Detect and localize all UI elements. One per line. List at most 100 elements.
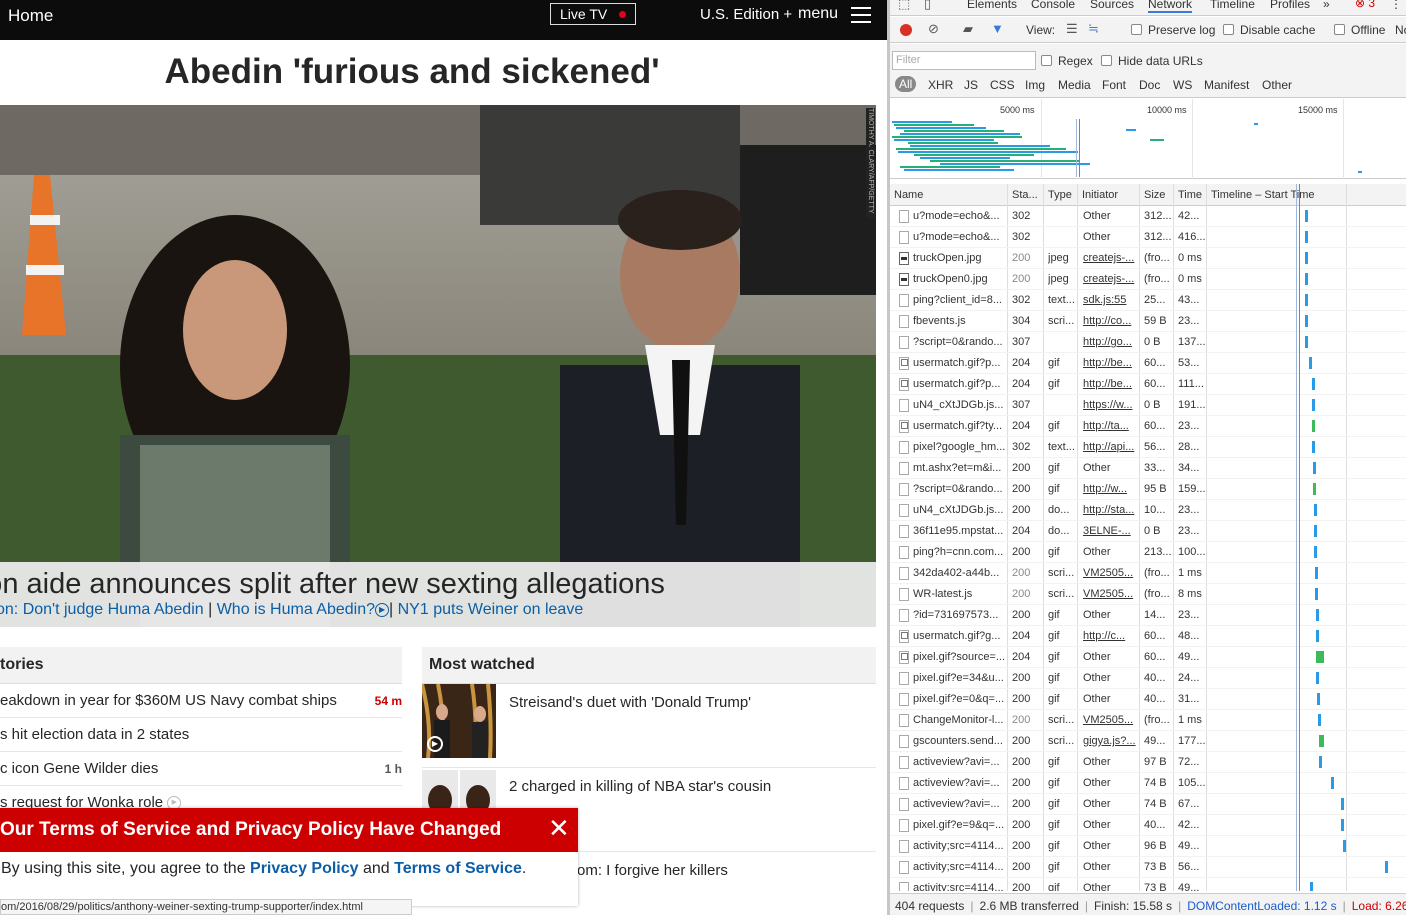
- tab-sources[interactable]: Sources: [1090, 0, 1134, 11]
- hide-data-urls-checkbox[interactable]: [1101, 55, 1112, 66]
- request-row[interactable]: uN4_cXtJDGb.js... 307 https://w... 0 B 191..…: [890, 395, 1406, 416]
- live-tv-button[interactable]: Live TV: [550, 3, 636, 25]
- request-initiator[interactable]: http://api...: [1083, 441, 1137, 453]
- request-name[interactable]: usermatch.gif?ty...: [913, 420, 1005, 432]
- request-name[interactable]: ?id=731697573...: [913, 609, 1005, 621]
- request-name[interactable]: activeview?avi=...: [913, 756, 1005, 768]
- tab-profiles[interactable]: Profiles: [1270, 0, 1310, 11]
- request-row[interactable]: activeview?avi=... 200 gif Other 74 B 67...: [890, 794, 1406, 815]
- request-row[interactable]: usermatch.gif?g... 204 gif http://c... 60...…: [890, 626, 1406, 647]
- most-watched-title[interactable]: 2 charged in killing of NBA star's cousi…: [509, 778, 771, 795]
- request-row[interactable]: pixel.gif?e=9&q=... 200 gif Other 40... 42...: [890, 815, 1406, 836]
- request-row[interactable]: 36f11e95.mpstat... 204 do... 3ELNE-... 0 B 23…: [890, 521, 1406, 542]
- request-name[interactable]: activity;src=4114...: [913, 882, 1005, 891]
- network-overview[interactable]: 5000 ms 10000 ms 15000 ms: [890, 99, 1406, 179]
- inspect-element-icon[interactable]: ⬚: [898, 0, 910, 12]
- type-filter-ws[interactable]: WS: [1173, 78, 1192, 92]
- request-row[interactable]: u?mode=echo&... 302 Other 312... 42...: [890, 206, 1406, 227]
- request-name[interactable]: truckOpen0.jpg: [913, 273, 1005, 285]
- request-row[interactable]: activity;src=4114... 200 gif Other 73 B 56...: [890, 857, 1406, 878]
- request-row[interactable]: WR-latest.js 200 scri... VM2505... (fro... 8 …: [890, 584, 1406, 605]
- request-row[interactable]: pixel.gif?source=... 204 gif Other 60... 49..…: [890, 647, 1406, 668]
- request-row[interactable]: activity;src=4114... 200 gif Other 73 B 49...: [890, 878, 1406, 891]
- request-initiator[interactable]: https://w...: [1083, 399, 1137, 411]
- request-row[interactable]: pixel.gif?e=34&u... 200 gif Other 40... 24...: [890, 668, 1406, 689]
- overview-icon[interactable]: ≒: [1088, 21, 1099, 37]
- column-status[interactable]: Sta...: [1012, 189, 1038, 201]
- story-item[interactable]: c icon Gene Wilder dies 1 h: [0, 752, 402, 786]
- request-name[interactable]: pixel.gif?e=0&q=...: [913, 693, 1005, 705]
- most-watched-item[interactable]: ▶ Streisand's duet with 'Donald Trump': [422, 684, 876, 768]
- hero-photo[interactable]: [0, 105, 876, 627]
- type-filter-font[interactable]: Font: [1102, 78, 1126, 92]
- offline-checkbox[interactable]: [1334, 24, 1345, 35]
- request-row[interactable]: 342da402-a44b... 200 scri... VM2505... (fro.…: [890, 563, 1406, 584]
- request-name[interactable]: pixel.gif?e=9&q=...: [913, 819, 1005, 831]
- column-initiator[interactable]: Initiator: [1082, 189, 1118, 201]
- type-filter-js[interactable]: JS: [964, 78, 978, 92]
- request-row[interactable]: usermatch.gif?p... 204 gif http://be... 60..…: [890, 374, 1406, 395]
- request-name[interactable]: activeview?avi=...: [913, 798, 1005, 810]
- request-row[interactable]: ping?client_id=8... 302 text... sdk.js:55 25…: [890, 290, 1406, 311]
- request-initiator[interactable]: createjs-...: [1083, 273, 1137, 285]
- request-name[interactable]: pixel.gif?e=34&u...: [913, 672, 1005, 684]
- close-icon[interactable]: ✕: [548, 815, 570, 841]
- request-name[interactable]: usermatch.gif?g...: [913, 630, 1005, 642]
- most-watched-title[interactable]: Streisand's duet with 'Donald Trump': [509, 694, 751, 711]
- request-initiator[interactable]: createjs-...: [1083, 252, 1137, 264]
- edition-selector[interactable]: U.S. Edition +: [700, 6, 792, 23]
- home-link[interactable]: Home: [8, 6, 53, 26]
- story-text[interactable]: c icon Gene Wilder dies: [0, 760, 158, 777]
- column-type[interactable]: Type: [1048, 189, 1072, 201]
- request-name[interactable]: ping?client_id=8...: [913, 294, 1005, 306]
- filter-input[interactable]: Filter: [892, 51, 1036, 70]
- request-row[interactable]: pixel?google_hm... 302 text... http://api..…: [890, 437, 1406, 458]
- type-filter-css[interactable]: CSS: [990, 78, 1015, 92]
- capture-screenshots-icon[interactable]: ▰: [963, 21, 973, 37]
- request-row[interactable]: fbevents.js 304 scri... http://co... 59 B 23.…: [890, 311, 1406, 332]
- request-name[interactable]: ping?h=cnn.com...: [913, 546, 1005, 558]
- request-row[interactable]: usermatch.gif?p... 204 gif http://be... 60..…: [890, 353, 1406, 374]
- request-name[interactable]: 36f11e95.mpstat...: [913, 525, 1005, 537]
- request-initiator[interactable]: http://c...: [1083, 630, 1137, 642]
- tab-elements[interactable]: Elements: [967, 0, 1017, 11]
- request-initiator[interactable]: http://be...: [1083, 357, 1137, 369]
- request-name[interactable]: WR-latest.js: [913, 588, 1005, 600]
- related-link-2[interactable]: Who is Huma Abedin?: [217, 601, 375, 618]
- related-link-1[interactable]: on: Don't judge Huma Abedin: [0, 601, 204, 618]
- request-row[interactable]: truckOpen0.jpg 200 jpeg createjs-... (fro...…: [890, 269, 1406, 290]
- device-mode-icon[interactable]: ▯: [924, 0, 931, 12]
- request-name[interactable]: fbevents.js: [913, 315, 1005, 327]
- request-initiator[interactable]: http://be...: [1083, 378, 1137, 390]
- request-name[interactable]: activity;src=4114...: [913, 840, 1005, 852]
- tab-console[interactable]: Console: [1031, 0, 1075, 11]
- request-row[interactable]: ?script=0&rando... 200 gif http://w... 95 B 1…: [890, 479, 1406, 500]
- tab-timeline[interactable]: Timeline: [1210, 0, 1255, 11]
- menu-label[interactable]: menu: [798, 5, 838, 23]
- request-initiator[interactable]: http://co...: [1083, 315, 1137, 327]
- request-row[interactable]: ?script=0&rando... 307 http://go... 0 B 137.…: [890, 332, 1406, 353]
- tab-network[interactable]: Network: [1148, 0, 1193, 13]
- request-row[interactable]: mt.ashx?et=m&i... 200 gif Other 33... 34...: [890, 458, 1406, 479]
- type-filter-media[interactable]: Media: [1058, 78, 1091, 92]
- request-name[interactable]: u?mode=echo&...: [913, 231, 1005, 243]
- request-name[interactable]: u?mode=echo&...: [913, 210, 1005, 222]
- request-initiator[interactable]: http://ta...: [1083, 420, 1137, 432]
- request-name[interactable]: ChangeMonitor-l...: [913, 714, 1005, 726]
- request-name[interactable]: usermatch.gif?p...: [913, 378, 1005, 390]
- devtools-menu-icon[interactable]: ⋮: [1390, 0, 1402, 11]
- story-text[interactable]: eakdown in year for $360M US Navy combat…: [0, 692, 337, 709]
- large-rows-icon[interactable]: ☰: [1066, 21, 1078, 37]
- request-row[interactable]: gscounters.send... 200 scri... gigya.js?...…: [890, 731, 1406, 752]
- request-row[interactable]: activeview?avi=... 200 gif Other 74 B 105...: [890, 773, 1406, 794]
- request-name[interactable]: activeview?avi=...: [913, 777, 1005, 789]
- request-initiator[interactable]: 3ELNE-...: [1083, 525, 1137, 537]
- request-name[interactable]: activity;src=4114...: [913, 861, 1005, 873]
- request-name[interactable]: usermatch.gif?p...: [913, 357, 1005, 369]
- regex-checkbox[interactable]: [1041, 55, 1052, 66]
- preserve-log-checkbox[interactable]: [1131, 24, 1142, 35]
- request-row[interactable]: uN4_cXtJDGb.js... 200 do... http://sta... 10…: [890, 500, 1406, 521]
- request-row[interactable]: pixel.gif?e=0&q=... 200 gif Other 40... 31...: [890, 689, 1406, 710]
- story-item[interactable]: s hit election data in 2 states: [0, 718, 402, 752]
- request-row[interactable]: activeview?avi=... 200 gif Other 97 B 72...: [890, 752, 1406, 773]
